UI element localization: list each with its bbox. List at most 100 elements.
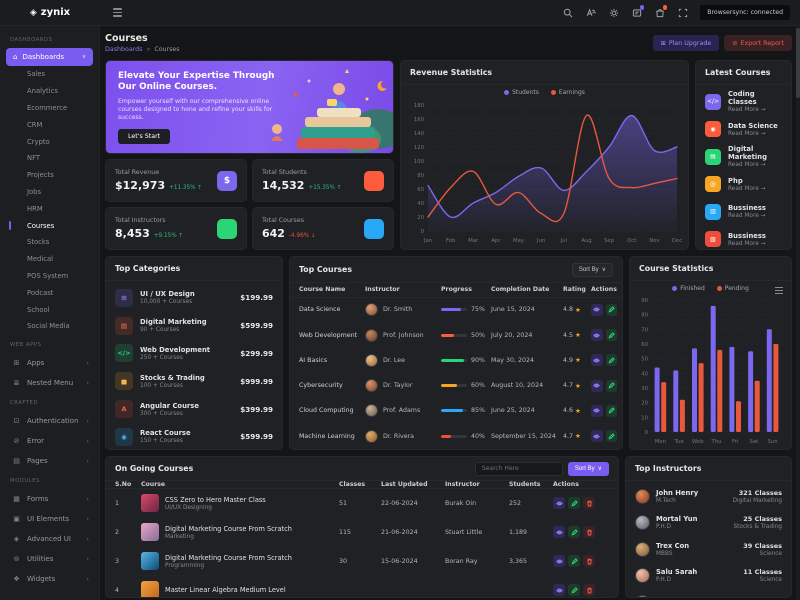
column-header: Classes [339,481,381,488]
view-button[interactable] [591,430,603,442]
sidebar-subitem[interactable]: Ecommerce [0,100,99,117]
read-more-link[interactable]: Read More → [728,107,782,113]
edit-button[interactable] [606,430,618,442]
sidebar-subitem[interactable]: Analytics [0,83,99,100]
delete-button[interactable] [583,497,595,509]
menu-toggle-icon[interactable] [113,8,122,16]
view-button[interactable] [553,526,565,538]
sort-by-button[interactable]: Sort By∨ [568,462,609,476]
table-row: Cybersecurity Dr. Taylor 60% August 10, … [290,373,622,398]
cart-icon[interactable] [654,7,665,18]
sidebar-group-item[interactable]: ⊚ Utilities › [0,549,99,569]
edit-button[interactable] [606,329,618,341]
sidebar-subitem[interactable]: Crypto [0,133,99,150]
sidebar-group-item[interactable]: ⊞ Apps › [0,353,99,373]
chart-menu-icon[interactable] [775,287,783,294]
sidebar-subitem[interactable]: Sales [0,66,99,83]
sidebar-subitem[interactable]: Social Media [0,318,99,335]
breadcrumb-root[interactable]: Dashboards [105,46,142,53]
stat-card: Total Revenue $12,973 +11.35% ↑ $ [105,159,247,202]
view-button[interactable] [591,304,603,316]
sidebar-group-item[interactable]: ◈ Advanced UI › [0,529,99,549]
sidebar-subitem[interactable]: School [0,301,99,318]
latest-course-item: ▥ Bussiness Read More → [705,198,782,226]
table-row: Machine Learning Dr. Rivera 40% Septembe… [290,424,622,449]
plan-upgrade-button[interactable]: ⊞ Plan Upgrade [653,35,720,51]
messages-icon[interactable] [631,7,642,18]
edit-button[interactable] [568,584,580,596]
main-content: Courses Dashboards » Courses ⊞ Plan Upgr… [100,26,800,600]
chevron-right-icon: › [86,575,89,583]
star-icon: ★ [575,356,581,364]
read-more-link[interactable]: Read More → [728,131,778,137]
sidebar-subitem[interactable]: NFT [0,150,99,167]
settings-gear-icon[interactable] [608,7,619,18]
svg-text:Jan: Jan [422,238,431,244]
lets-start-button[interactable]: Let's Start [118,129,170,144]
read-more-link[interactable]: Read More → [728,186,765,192]
read-more-link[interactable]: Read More → [728,213,766,219]
sidebar-subitem[interactable]: Medical [0,251,99,268]
edit-button[interactable] [606,304,618,316]
sidebar-subitem[interactable]: Jobs [0,184,99,201]
edit-button[interactable] [606,380,618,392]
view-button[interactable] [591,329,603,341]
sidebar-subitem[interactable]: POS System [0,268,99,285]
search-icon[interactable] [562,7,573,18]
sidebar-group-item[interactable]: ⊘ Error › [0,431,99,451]
upgrade-icon: ⊞ [661,40,666,47]
course-icon: ▥ [705,204,721,220]
export-report-button[interactable]: ⊘ Export Report [724,35,792,51]
view-button[interactable] [553,584,565,596]
sidebar-subitem[interactable]: CRM [0,116,99,133]
latest-course-item: @ Php Read More → [705,171,782,199]
edit-button[interactable] [568,526,580,538]
sidebar-group-item[interactable]: ▣ UI Elements › [0,509,99,529]
category-item: ⊞ UI / UX Design 10,000 + Courses $199.9… [115,284,273,312]
view-button[interactable] [591,354,603,366]
page-scrollbar[interactable] [796,26,800,600]
fullscreen-icon[interactable] [677,7,688,18]
table-row: Web Development Prof. Johnson 50% July 2… [290,323,622,348]
column-header: Actions [591,286,617,293]
sidebar-subitem[interactable]: Stocks [0,234,99,251]
view-button[interactable] [553,555,565,567]
sidebar-group-item[interactable]: ≣ Nested Menu › [0,373,99,393]
edit-button[interactable] [606,354,618,366]
edit-button[interactable] [568,555,580,567]
breadcrumb: Dashboards » Courses [105,46,180,53]
view-button[interactable] [553,497,565,509]
search-input[interactable] [475,462,563,476]
sidebar-subitem[interactable]: Courses [0,217,99,234]
sidebar-subitem[interactable]: HRM [0,200,99,217]
avatar [365,430,378,443]
edit-button[interactable] [568,497,580,509]
read-more-link[interactable]: Read More → [728,162,782,168]
category-icon: A [115,400,133,418]
edit-button[interactable] [606,405,618,417]
svg-text:Jun: Jun [536,238,545,244]
course-thumbnail [141,523,159,541]
sidebar-subitem[interactable]: Podcast [0,284,99,301]
sidebar-subitem[interactable]: Projects [0,167,99,184]
view-button[interactable] [591,405,603,417]
svg-text:Apr: Apr [491,238,501,244]
read-more-link[interactable]: Read More → [728,241,766,247]
sidebar-group-item[interactable]: ❖ Widgets › [0,569,99,589]
delete-button[interactable] [583,526,595,538]
sidebar-group-item[interactable]: ▤ Pages › [0,451,99,471]
sidebar-group-item[interactable]: ▦ Forms › [0,489,99,509]
course-icon: ▧ [705,231,721,247]
app-logo[interactable]: ◈ zynix [0,7,100,18]
sidebar-group-item[interactable]: ⊡ Authentication › [0,411,99,431]
chevron-right-icon: › [86,417,89,425]
sort-by-button[interactable]: Sort By∨ [572,263,613,277]
delete-button[interactable] [583,555,595,567]
delete-button[interactable] [583,584,595,596]
column-header: Completion Date [491,286,563,293]
sidebar-item-dashboards[interactable]: ⌂ Dashboards ∨ [6,48,93,66]
browsersync-tooltip: Browsersync: connected [700,5,790,20]
view-button[interactable] [591,380,603,392]
svg-text:80: 80 [417,173,424,179]
translate-icon[interactable] [585,7,596,18]
